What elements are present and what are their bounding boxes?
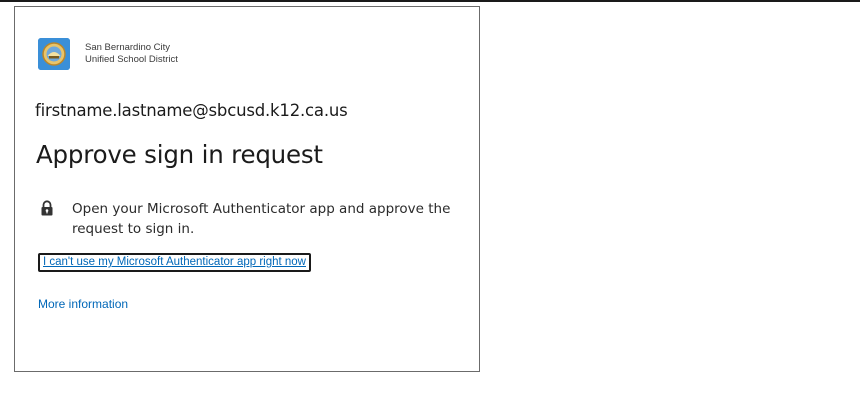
- cant-use-authenticator-link[interactable]: I can't use my Microsoft Authenticator a…: [38, 253, 311, 272]
- user-identity: firstname.lastname@sbcusd.k12.ca.us: [35, 101, 348, 120]
- district-seal-icon: [38, 38, 70, 70]
- instruction-text: Open your Microsoft Authenticator app an…: [72, 201, 451, 237]
- more-information-link[interactable]: More information: [38, 297, 128, 311]
- page-title: Approve sign in request: [36, 140, 323, 169]
- lock-icon: [40, 200, 54, 216]
- org-name-line1: San Bernardino City: [85, 42, 171, 53]
- org-name: San Bernardino City Unified School Distr…: [85, 42, 178, 66]
- top-divider: [0, 0, 860, 2]
- org-name-line2: Unified School District: [85, 54, 178, 65]
- sign-in-card: [14, 6, 480, 372]
